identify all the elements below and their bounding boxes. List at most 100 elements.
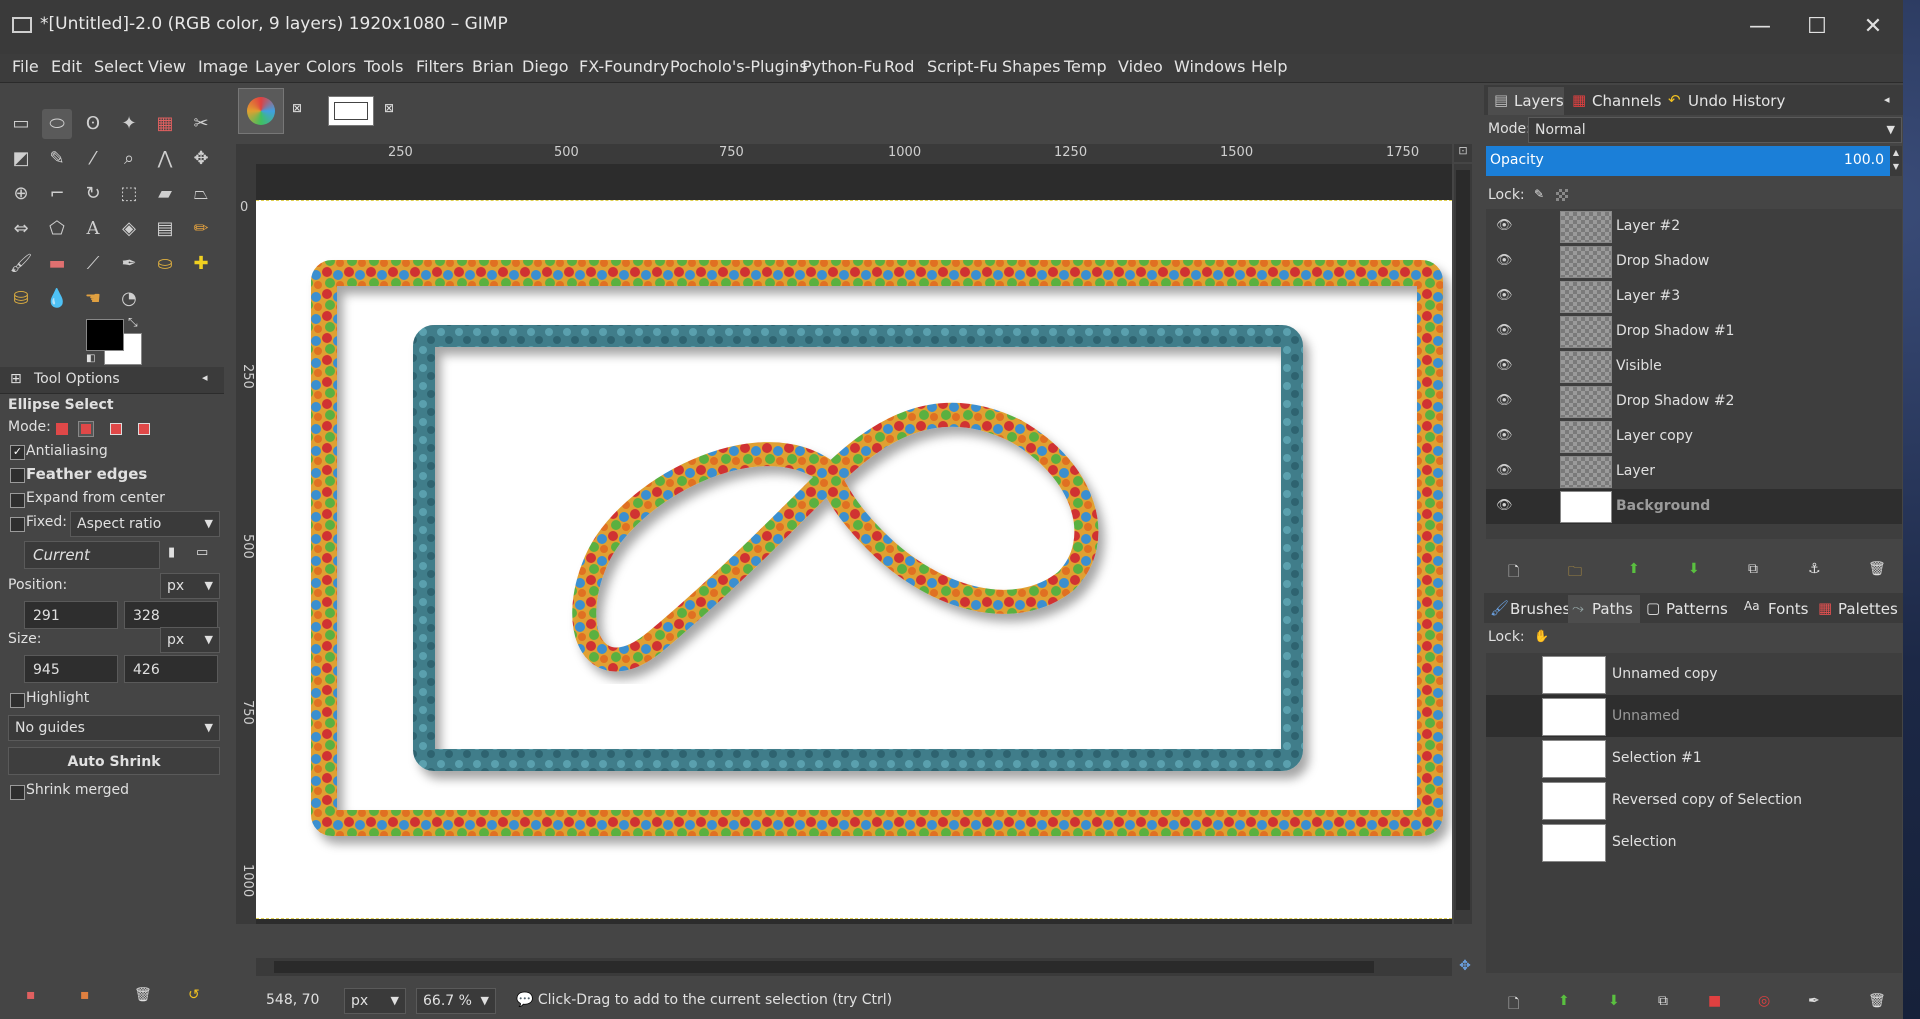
horizontal-ruler[interactable]: 250 500 750 1000 1250 1500 1750 <box>256 144 1452 165</box>
layer-row[interactable]: 👁 Layer copy <box>1486 419 1902 454</box>
menu-pocholos-plugins[interactable]: Pocholo's-Plugins <box>670 57 808 76</box>
layer-row[interactable]: 👁 Visible <box>1486 349 1902 384</box>
antialiasing-checkbox[interactable]: ✓ <box>10 445 25 460</box>
visibility-eye-icon[interactable]: 👁 <box>1496 323 1513 338</box>
scale-icon[interactable]: ⬚ <box>114 179 144 209</box>
blend-icon[interactable]: ▤ <box>150 214 180 244</box>
move-icon[interactable]: ✥ <box>186 144 216 174</box>
size-height-input[interactable]: 426 <box>124 655 218 683</box>
visibility-eye-icon[interactable]: 👁 <box>1496 463 1513 478</box>
perspective-clone-icon[interactable]: ⛁ <box>6 284 36 314</box>
horizontal-scrollbar[interactable] <box>256 958 1452 976</box>
close-button[interactable]: ✕ <box>1850 10 1896 44</box>
restore-options-icon[interactable]: ▪ <box>80 987 90 1003</box>
path-to-selection-icon[interactable]: ■ <box>1708 993 1721 1009</box>
menu-rod[interactable]: Rod <box>884 57 914 76</box>
maximize-button[interactable]: ☐ <box>1794 10 1840 44</box>
layer-row[interactable]: 👁 Drop Shadow #2 <box>1486 384 1902 419</box>
layer-row[interactable]: 👁 Drop Shadow <box>1486 244 1902 279</box>
path-row[interactable]: Selection #1 <box>1486 737 1902 779</box>
layer-row[interactable]: 👁 Layer <box>1486 454 1902 489</box>
lock-pixels-icon[interactable]: ✎ <box>1534 187 1544 201</box>
cage-transform-icon[interactable]: ⬠ <box>42 214 72 244</box>
new-layer-icon[interactable]: 🗋 <box>1508 561 1519 585</box>
configure-tab-icon[interactable]: ◂ <box>1884 93 1890 106</box>
crop-icon[interactable]: ⌐ <box>42 179 72 209</box>
path-row[interactable]: Selection <box>1486 821 1902 863</box>
menu-image[interactable]: Image <box>198 57 248 76</box>
delete-layer-icon[interactable]: 🗑 <box>1868 561 1886 577</box>
perspective-icon[interactable]: ⏢ <box>186 179 216 209</box>
fixed-aspect-select[interactable]: Aspect ratio ▼ <box>70 511 220 537</box>
visibility-eye-icon[interactable]: 👁 <box>1496 358 1513 373</box>
shrink-merged-checkbox[interactable] <box>10 785 25 800</box>
delete-options-icon[interactable]: 🗑 <box>134 987 152 1003</box>
anchor-layer-icon[interactable]: ⚓ <box>1808 561 1821 577</box>
reset-options-icon[interactable]: ↺ <box>188 987 200 1003</box>
layer-row[interactable]: 👁 Layer #3 <box>1486 279 1902 314</box>
duplicate-path-icon[interactable]: ⧉ <box>1658 993 1668 1009</box>
measure-icon[interactable]: ⋀ <box>150 144 180 174</box>
ellipse-select-icon[interactable]: ⬭ <box>42 109 72 139</box>
raise-path-icon[interactable]: ⬆ <box>1558 993 1570 1009</box>
lower-path-icon[interactable]: ⬇ <box>1608 993 1620 1009</box>
menu-help[interactable]: Help <box>1251 57 1287 76</box>
visibility-eye-icon[interactable]: 👁 <box>1496 253 1513 268</box>
visibility-eye-icon[interactable]: 👁 <box>1496 218 1513 233</box>
menu-select[interactable]: Select <box>94 57 143 76</box>
save-options-icon[interactable]: ▪ <box>26 987 36 1003</box>
menu-video[interactable]: Video <box>1118 57 1163 76</box>
tab-paths[interactable]: ⤳ Paths <box>1568 595 1640 623</box>
menu-tools[interactable]: Tools <box>364 57 403 76</box>
layer-mode-select[interactable]: Normal ▼ <box>1528 117 1902 143</box>
vertical-scrollbar[interactable] <box>1454 164 1472 924</box>
tab-patterns[interactable]: ▢ Patterns <box>1642 595 1738 623</box>
layer-row-selected[interactable]: 👁 Background <box>1486 489 1902 524</box>
menu-shapes[interactable]: Shapes <box>1002 57 1060 76</box>
position-y-input[interactable]: 328 <box>124 601 218 629</box>
visibility-eye-icon[interactable]: 👁 <box>1496 498 1513 513</box>
menu-temp[interactable]: Temp <box>1064 57 1107 76</box>
close-tab-1-icon[interactable]: ⊠ <box>292 101 302 115</box>
menu-diego[interactable]: Diego <box>522 57 569 76</box>
color-picker-icon[interactable]: ⁄ <box>78 144 108 174</box>
vertical-scroll-thumb[interactable] <box>1456 170 1470 910</box>
menu-windows[interactable]: Windows <box>1174 57 1245 76</box>
size-width-input[interactable]: 945 <box>24 655 118 683</box>
tab-channels[interactable]: ▦ Channels <box>1566 87 1661 115</box>
rect-select-icon[interactable]: ▭ <box>6 109 36 139</box>
menu-layer[interactable]: Layer <box>255 57 300 76</box>
foreground-select-icon[interactable]: ◩ <box>6 144 36 174</box>
layer-row[interactable]: 👁 Drop Shadow #1 <box>1486 314 1902 349</box>
fixed-checkbox[interactable] <box>10 517 25 532</box>
default-colors-icon[interactable]: ◧ <box>86 353 95 364</box>
zoom-navigate-icon[interactable]: ⊡ <box>1454 144 1472 162</box>
mode-add-icon[interactable] <box>78 421 94 437</box>
menu-colors[interactable]: Colors <box>306 57 356 76</box>
vertical-ruler[interactable]: 0 250 500 750 1000 <box>236 164 257 924</box>
tab-undo-history[interactable]: ↶ Undo History <box>1662 87 1788 115</box>
blur-icon[interactable]: 💧 <box>42 284 72 314</box>
path-row[interactable]: Unnamed copy <box>1486 653 1902 695</box>
raise-layer-icon[interactable]: ⬆ <box>1628 561 1640 577</box>
menu-python-fu[interactable]: Python-Fu <box>802 57 882 76</box>
paint-along-path-icon[interactable]: ✒ <box>1808 993 1820 1009</box>
clone-icon[interactable]: ⛀ <box>150 249 180 279</box>
guides-select[interactable]: No guides ▼ <box>8 715 220 741</box>
close-tab-2-icon[interactable]: ⊠ <box>384 101 394 115</box>
duplicate-layer-icon[interactable]: ⧉ <box>1748 561 1758 577</box>
position-x-input[interactable]: 291 <box>24 601 118 629</box>
visibility-eye-icon[interactable]: 👁 <box>1496 288 1513 303</box>
position-unit-select[interactable]: px ▼ <box>160 573 220 599</box>
scissors-select-icon[interactable]: ✂ <box>186 109 216 139</box>
lower-layer-icon[interactable]: ⬇ <box>1688 561 1700 577</box>
new-path-icon[interactable]: 🗋 <box>1508 993 1519 1017</box>
pencil-icon[interactable]: ✏ <box>186 214 216 244</box>
expand-from-center-checkbox[interactable] <box>10 493 25 508</box>
size-unit-select[interactable]: px ▼ <box>160 627 220 653</box>
menu-brian[interactable]: Brian <box>472 57 514 76</box>
navigate-icon[interactable]: ✥ <box>1456 958 1474 976</box>
menu-edit[interactable]: Edit <box>51 57 82 76</box>
horizontal-scroll-thumb[interactable] <box>274 961 1374 973</box>
path-row-selected[interactable]: Unnamed <box>1486 695 1902 737</box>
